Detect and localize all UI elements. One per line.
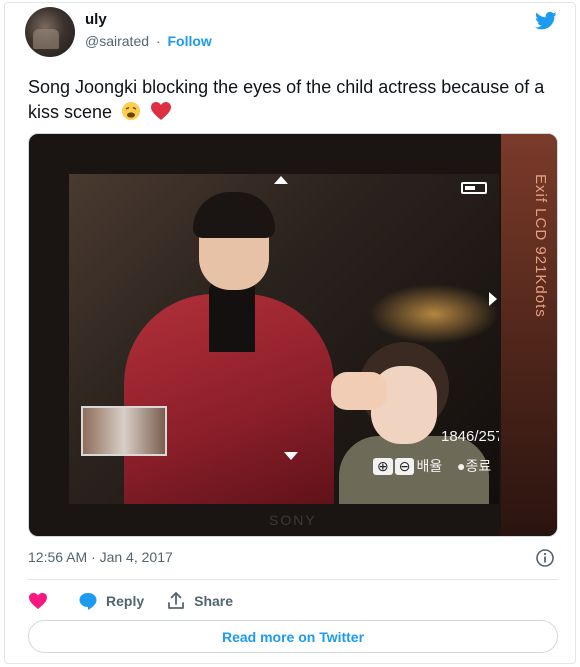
triangle-down-icon [284, 452, 298, 460]
image-counter: 1846/2574 [441, 428, 499, 445]
zoom-label: 배율 [416, 458, 443, 474]
end-menu: ●종료 [457, 456, 491, 476]
twitter-bird-icon[interactable] [535, 11, 557, 31]
separator-dot: · [155, 33, 161, 49]
red-heart-icon [151, 102, 172, 120]
zoom-in-icon: ⊕ [373, 458, 393, 475]
tweet-actions: Reply Share [28, 589, 255, 613]
stage-light [369, 284, 499, 344]
tweet-text: Song Joongki blocking the eyes of the ch… [28, 75, 548, 125]
author-handle-row: @sairated · Follow [85, 33, 212, 49]
man-turtleneck [209, 282, 255, 352]
zoom-out-icon: ⊖ [394, 458, 415, 475]
read-more-button[interactable]: Read more on Twitter [28, 620, 558, 653]
camera-body: Exif LCD 921Kdots [501, 134, 557, 536]
tweet-card: uly @sairated · Follow Song Joongki bloc… [4, 2, 576, 664]
author-handle[interactable]: @sairated [85, 33, 149, 49]
info-icon[interactable] [535, 548, 555, 568]
end-label: 종료 [465, 458, 492, 474]
avatar[interactable] [25, 7, 75, 57]
camera-brand: SONY [269, 512, 317, 528]
weary-face-icon [122, 102, 141, 120]
heart-icon [29, 592, 47, 610]
tweet-timestamp[interactable]: 12:56 AM · Jan 4, 2017 [28, 549, 173, 565]
man-hair [193, 192, 275, 238]
follow-button[interactable]: Follow [167, 33, 211, 49]
camera-screen: 1846/2574 ⊕⊖배율 ●종료 [69, 174, 499, 504]
battery-icon [461, 182, 487, 194]
share-icon [168, 592, 185, 609]
camera-lcd-label: Exif LCD 921Kdots [532, 174, 549, 318]
reply-bubble-icon [79, 593, 97, 610]
author-name[interactable]: uly [85, 11, 107, 28]
triangle-right-icon [489, 292, 497, 306]
covering-hand [331, 372, 387, 410]
reply-label: Reply [106, 593, 145, 609]
tweet-photo[interactable]: Exif LCD 921Kdots 1846/2574 ⊕⊖배율 ●종료 [28, 133, 558, 537]
like-button[interactable] [28, 592, 56, 610]
share-button[interactable]: Share [166, 591, 233, 611]
zoom-menu: ⊕ ⊖ 배율 [373, 456, 442, 476]
tweet-body: Song Joongki blocking the eyes of the ch… [28, 77, 545, 122]
triangle-up-icon [274, 176, 288, 184]
reply-button[interactable]: Reply [78, 591, 144, 611]
divider [28, 579, 558, 580]
thumbnail-inset [81, 406, 167, 456]
share-label: Share [194, 593, 234, 609]
